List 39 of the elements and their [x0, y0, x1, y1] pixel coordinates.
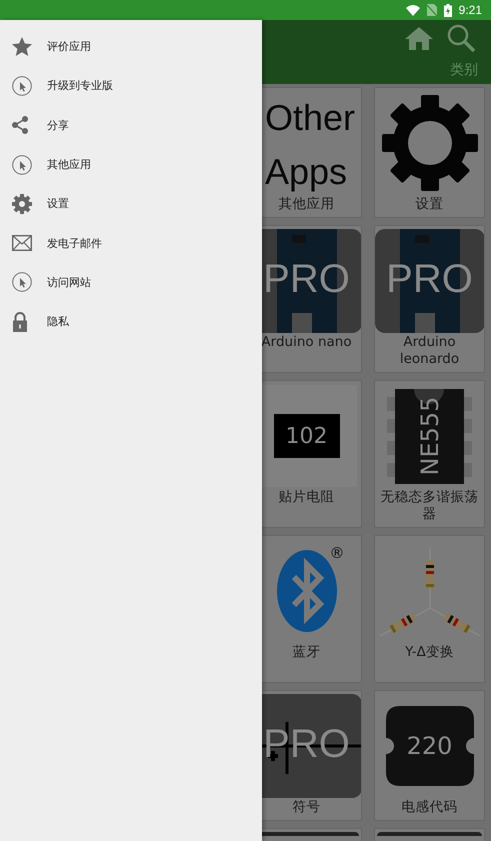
registered-mark: ®	[330, 544, 344, 562]
drawer-item[interactable]: 访问网站	[0, 262, 262, 302]
app-tile[interactable]: Other Apps 其他应用	[262, 87, 362, 218]
no-sim-icon	[426, 4, 437, 16]
cursor-icon	[12, 272, 32, 292]
clock: 9:21	[458, 3, 482, 17]
wifi-icon	[406, 4, 420, 16]
app-tile[interactable]: PRO 符号	[262, 690, 362, 821]
ic-chip-picture: NE555	[387, 388, 472, 484]
drawer-item[interactable]: 分享	[0, 106, 262, 145]
app-tile[interactable]: Y-Δ变换	[374, 535, 485, 683]
drawer-item[interactable]: 其他应用	[0, 144, 262, 184]
drawer-item[interactable]: 隐私	[0, 302, 262, 342]
app-tile[interactable]: NE555 无稳态多谐振荡器	[374, 380, 485, 528]
app-title-art: Other Apps	[264, 96, 356, 194]
app-tile[interactable]: 220 电感代码	[374, 690, 485, 821]
pro-label: PRO	[262, 256, 351, 303]
star-icon	[12, 36, 32, 57]
app-tile[interactable]: 102 贴片电阻	[262, 380, 362, 528]
drawer-item[interactable]: 评价应用	[0, 27, 262, 66]
home-icon[interactable]	[405, 26, 433, 50]
lock-icon	[12, 312, 28, 332]
battery-icon	[444, 4, 452, 16]
pro-label: PRO	[262, 721, 351, 768]
drawer-item[interactable]: 设置	[0, 184, 262, 224]
cursor-icon	[12, 76, 32, 96]
app-tile[interactable]: ® 蓝牙	[262, 535, 362, 683]
drawer-item[interactable]: 发电子邮件	[0, 223, 262, 263]
search-icon[interactable]	[447, 24, 475, 52]
mail-icon	[12, 235, 32, 252]
cursor-icon	[12, 154, 32, 175]
drawer-item[interactable]: 升级到专业版	[0, 66, 262, 106]
pro-label: PRO	[385, 256, 474, 303]
share-icon	[12, 116, 28, 134]
app-tile[interactable]: PRO Arduino leonardo	[374, 225, 485, 373]
resistor-chip-picture: 102	[262, 385, 356, 487]
app-tile[interactable]: 设置	[374, 87, 485, 218]
inductor-picture: 220	[386, 706, 474, 786]
gear-icon	[12, 194, 32, 214]
